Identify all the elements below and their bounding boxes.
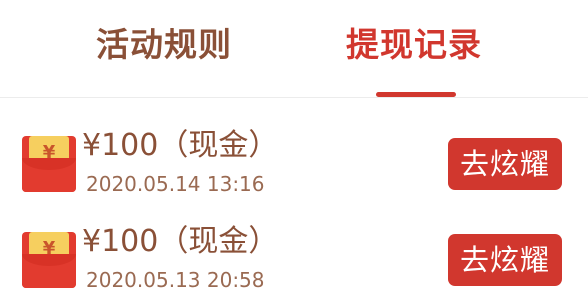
active-tab-indicator (376, 92, 456, 97)
withdrawal-amount: ¥100（现金） (82, 224, 279, 259)
tab-activity-rules[interactable]: 活动规则 (96, 22, 232, 68)
red-envelope-icon: ¥ (22, 232, 76, 288)
tab-withdrawal-records[interactable]: 提现记录 (346, 22, 482, 68)
tab-bar: 活动规则 提现记录 (0, 0, 588, 98)
show-off-button[interactable]: 去炫耀 (448, 234, 562, 286)
withdrawal-amount: ¥100（现金） (82, 128, 279, 163)
envelope-flap (22, 158, 76, 192)
withdrawal-timestamp: 2020.05.14 13:16 (86, 172, 265, 196)
withdrawal-timestamp: 2020.05.13 20:58 (86, 268, 265, 292)
red-envelope-icon: ¥ (22, 136, 76, 192)
show-off-button[interactable]: 去炫耀 (448, 138, 562, 190)
envelope-flap (22, 254, 76, 288)
list-item: ¥ ¥100（现金） 2020.05.14 13:16 去炫耀 (0, 122, 588, 212)
list-item: ¥ ¥100（现金） 2020.05.13 20:58 去炫耀 (0, 218, 588, 308)
